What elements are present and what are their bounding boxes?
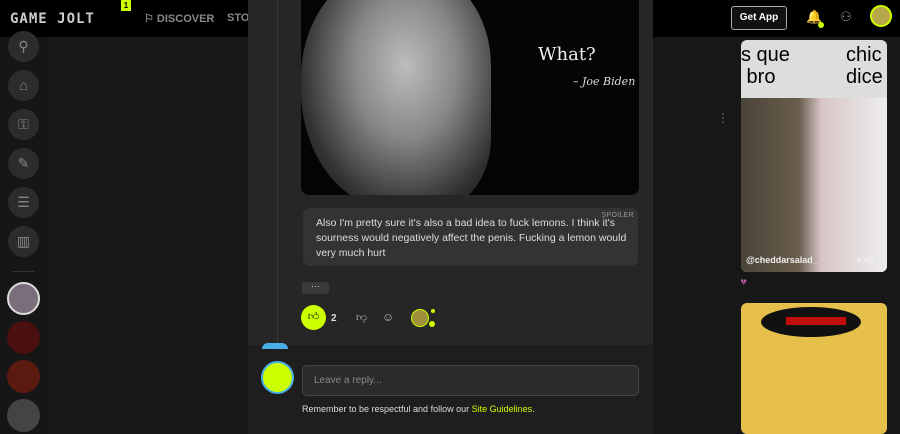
expand-more-button[interactable]: ···	[302, 282, 329, 294]
realms-icon[interactable]: ⚲	[8, 31, 39, 62]
community-avatar-3[interactable]	[7, 360, 40, 393]
spoiler-block[interactable]: SPOILER Also I'm pretty sure it's also a…	[303, 208, 638, 266]
community-avatar-4[interactable]	[7, 399, 40, 432]
left-sidebar: ⚲ ⌂ ⚿ ✎ ☰ ▥	[0, 31, 47, 434]
liker-dot-top	[431, 309, 435, 313]
meme-attribution: – Joe Biden	[573, 75, 636, 88]
feed-card-1[interactable]: s que bro chic dice	[741, 40, 887, 272]
friends-icon[interactable]: ⚇	[839, 10, 853, 24]
broken-heart-icon: 💔︎	[741, 277, 747, 287]
feed-card-2[interactable]	[741, 303, 887, 434]
meme-face	[301, 0, 491, 195]
guidelines-prefix: Remember to be respectful and follow our	[302, 404, 472, 414]
community-avatar-2[interactable]	[7, 321, 40, 354]
feed-card-caption-left: s que bro	[741, 44, 790, 88]
above-avatar-edge	[262, 343, 288, 349]
feed-card-likes[interactable]: ♥ 45	[856, 255, 874, 265]
store-icon[interactable]: ⌂	[8, 70, 39, 101]
nav-store-link[interactable]: STO	[227, 12, 249, 24]
thumbs-up-icon: 👍︎	[307, 311, 320, 323]
library-icon[interactable]: ▥	[8, 226, 39, 257]
feed-card-image	[741, 98, 887, 272]
user-avatar[interactable]	[870, 5, 892, 27]
logo-badge: 1	[121, 0, 131, 11]
thumbs-down-icon[interactable]: 👎︎	[356, 311, 367, 324]
reply-input[interactable]	[302, 365, 639, 396]
creator-icon[interactable]: ✎	[8, 148, 39, 179]
feed-card-caption-right: chic dice	[846, 44, 883, 88]
gamejolt-logo[interactable]: GAME JOLT	[10, 11, 95, 27]
guidelines-note: Remember to be respectful and follow our…	[302, 404, 535, 414]
feed-card-like-count: 45	[863, 255, 874, 265]
get-app-button[interactable]: Get App	[731, 6, 787, 30]
like-button[interactable]: 👍︎	[301, 305, 326, 330]
feed-card-username[interactable]: @cheddarsalad_	[746, 255, 818, 265]
heart-icon: ♥	[856, 255, 862, 265]
site-guidelines-link[interactable]: Site Guidelines	[472, 404, 533, 414]
thread-line	[277, 0, 278, 345]
liker-dot	[429, 321, 435, 327]
nav-discover-label: DISCOVER	[156, 13, 215, 25]
notification-dot	[818, 22, 824, 28]
nav-discover-link[interactable]: ⚐ DISCOVER	[144, 12, 214, 25]
guidelines-suffix: .	[532, 404, 535, 414]
meme-quote: What?	[538, 44, 596, 65]
gift-icon[interactable]: ⚿	[8, 109, 39, 140]
meme-image[interactable]: What? – Joe Biden	[301, 0, 639, 195]
like-count[interactable]: 2	[331, 313, 337, 324]
liker-avatar[interactable]	[411, 309, 429, 327]
more-menu-icon[interactable]: ⋮	[717, 111, 729, 125]
sticker-reaction-icon[interactable]: ☺	[382, 310, 394, 324]
sidebar-divider	[12, 271, 34, 272]
community-avatar-1[interactable]	[7, 282, 40, 315]
chat-icon[interactable]: ☰	[8, 187, 39, 218]
spoiler-text: Also I'm pretty sure it's also a bad ide…	[316, 217, 627, 259]
reply-user-avatar[interactable]	[261, 361, 294, 394]
feed-card-hat-band	[786, 317, 846, 325]
